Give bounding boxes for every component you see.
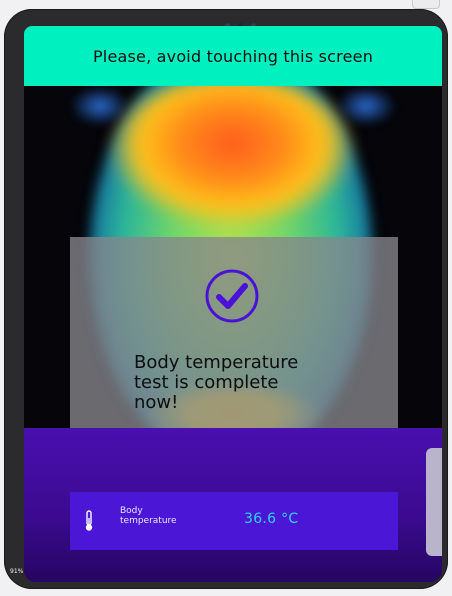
body-temperature-card: Body temperature 36.6 °C	[70, 492, 398, 550]
reading-label: Body temperature	[120, 506, 177, 526]
temperature-value: 36.6 °C	[244, 511, 299, 527]
thermal-camera-view: Body temperature test is complete now!	[24, 86, 442, 428]
side-drawer-handle[interactable]	[426, 448, 442, 556]
banner-text: Please, avoid touching this screen	[92, 46, 374, 66]
result-dialog: Body temperature test is complete now!	[70, 237, 398, 428]
thermometer-icon	[85, 510, 93, 531]
battery-indicator: 91%	[10, 568, 24, 575]
kiosk-screen: Please, avoid touching this screen Body …	[24, 26, 442, 582]
window-corner-tab	[412, 0, 440, 9]
warning-banner: Please, avoid touching this screen	[24, 26, 442, 86]
reading-panel: Body temperature 36.6 °C	[24, 428, 442, 582]
completion-message: Body temperature test is complete now!	[134, 352, 299, 413]
check-circle-icon	[205, 269, 259, 323]
